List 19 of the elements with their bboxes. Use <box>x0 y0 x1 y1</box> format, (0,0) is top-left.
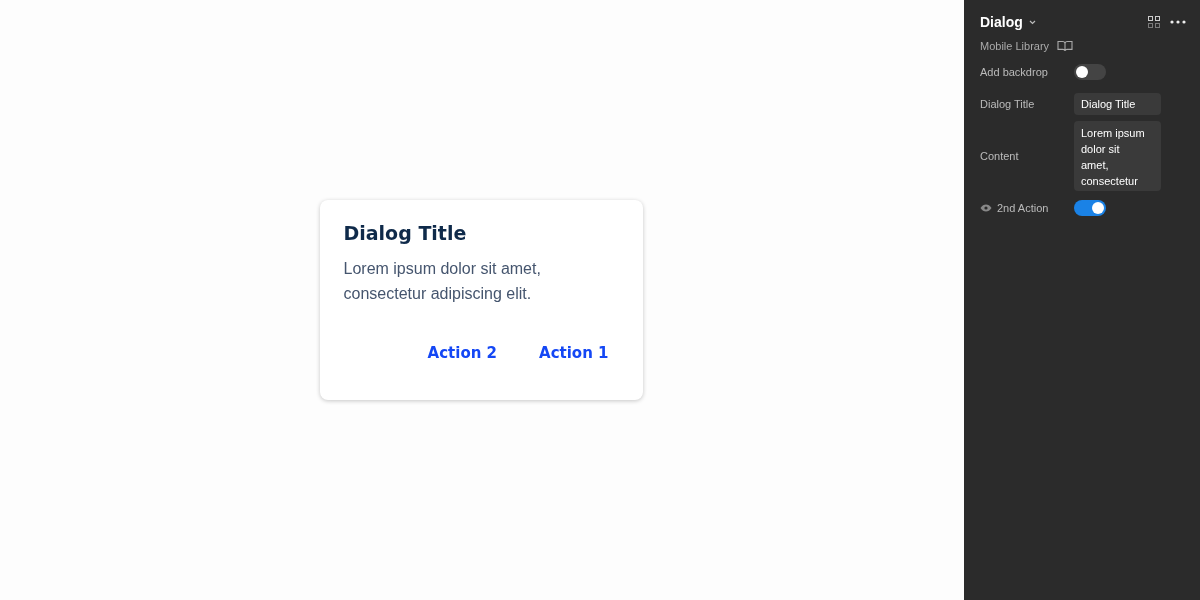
dialog-text: Lorem ipsum dolor sit amet, consectetur adipiscing elit. <box>343 259 542 304</box>
component-title: Dialog <box>980 14 1023 30</box>
grid-icon[interactable] <box>1148 16 1160 28</box>
library-name: Mobile Library <box>980 40 1050 52</box>
text-area[interactable]: Lorem ipsum dolor sit amet, consectetur <box>1074 121 1161 191</box>
eye-icon[interactable] <box>980 204 992 212</box>
dialog-title: Dialog Title <box>343 222 468 244</box>
chevron-down-icon[interactable] <box>1028 19 1036 25</box>
toggle-switch[interactable] <box>1074 200 1106 216</box>
text-field[interactable]: Dialog Title <box>1074 93 1161 115</box>
toggle-switch[interactable] <box>1074 64 1106 80</box>
book-icon[interactable] <box>1057 40 1074 52</box>
property-label: Add backdrop <box>980 66 1048 78</box>
more-icon[interactable] <box>1170 20 1186 24</box>
property-label: Dialog Title <box>980 98 1035 110</box>
property-label: 2nd Action <box>997 202 1049 214</box>
property-label: Content <box>980 150 1019 162</box>
action-button[interactable]: Action 1 <box>529 342 619 364</box>
action-button[interactable]: Action 2 <box>417 342 508 364</box>
